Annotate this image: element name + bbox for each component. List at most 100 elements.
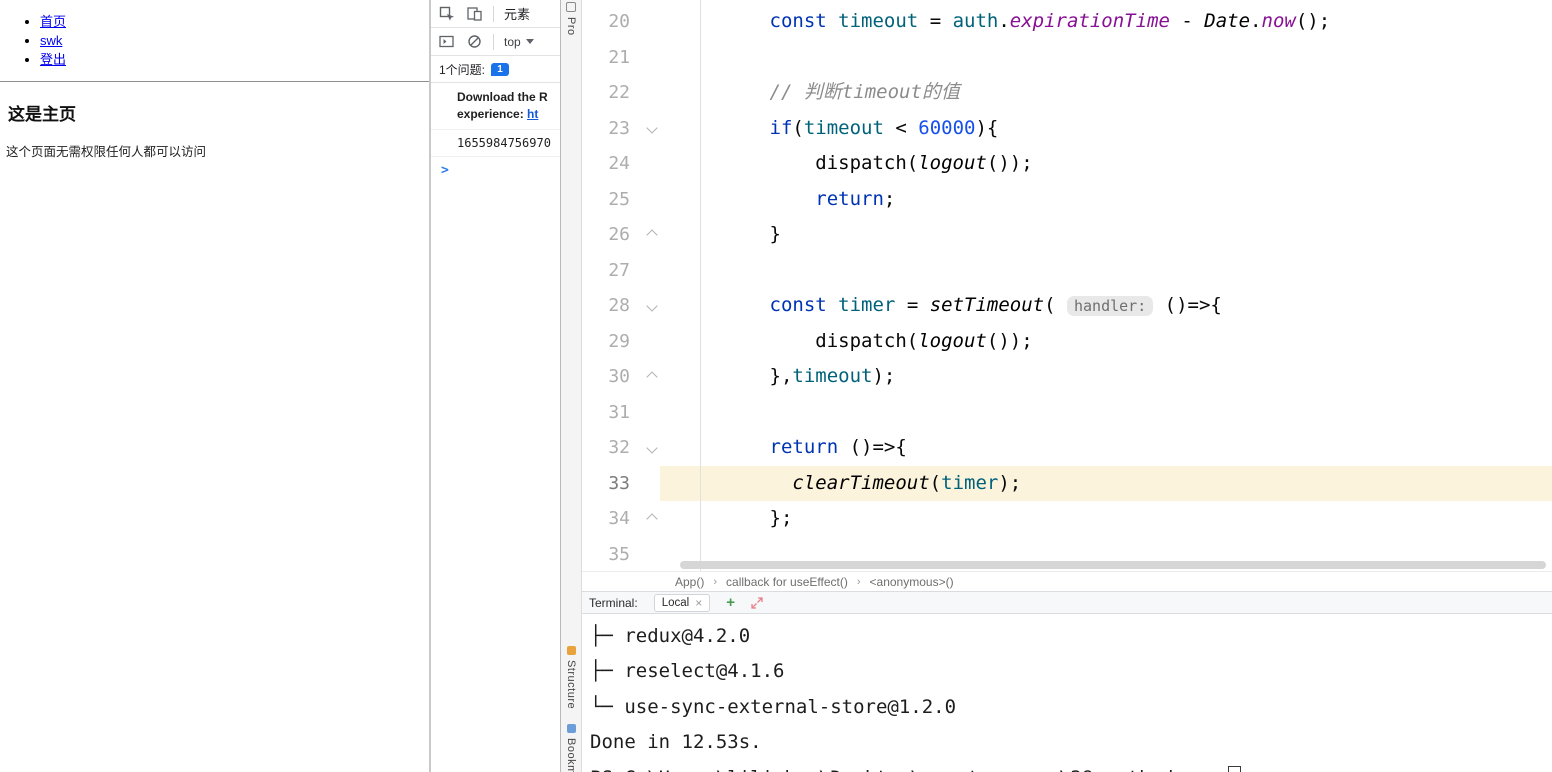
inspect-icon[interactable] <box>437 5 455 23</box>
line-number[interactable]: 32 <box>582 430 644 466</box>
console-prompt[interactable]: > <box>431 157 560 184</box>
devtools-toolbar: 元素 <box>431 0 560 28</box>
chevron-up-icon <box>646 513 658 525</box>
code-line-30[interactable]: 30 },timeout); <box>582 359 1552 395</box>
code-token-pl: }, <box>769 365 793 387</box>
terminal-line: Done in 12.53s. <box>590 731 762 754</box>
close-icon[interactable]: × <box>695 596 702 610</box>
line-number[interactable]: 35 <box>582 537 644 572</box>
editor-lines: 20 const timeout = auth.expirationTime -… <box>582 4 1552 571</box>
fold-gutter <box>644 537 660 572</box>
code-editor[interactable]: 20 const timeout = auth.expirationTime -… <box>582 0 1552 571</box>
terminal-output[interactable]: ├─ redux@4.2.0 ├─ reselect@4.1.6 └─ use-sy… <box>582 614 1552 772</box>
fold-end-icon[interactable] <box>644 501 660 537</box>
nav-link[interactable]: 登出 <box>40 52 66 67</box>
nav-link[interactable]: swk <box>40 33 62 48</box>
new-terminal-button[interactable]: + <box>726 594 735 611</box>
line-number[interactable]: 28 <box>582 288 644 324</box>
clear-console-icon[interactable] <box>465 33 483 51</box>
frame-selector[interactable]: top <box>504 35 534 49</box>
line-number[interactable]: 21 <box>582 40 644 76</box>
code-text: } <box>660 217 1552 253</box>
terminal-line: ├─ redux@4.2.0 <box>590 625 751 647</box>
toolbar-divider <box>493 5 494 22</box>
line-number[interactable]: 30 <box>582 359 644 395</box>
nav-item: 首页 <box>40 12 429 31</box>
code-token-pl: . <box>998 10 1010 32</box>
code-line-26[interactable]: 26 } <box>582 217 1552 253</box>
tool-tab-structure[interactable]: Structure <box>561 646 581 709</box>
breadcrumb-item[interactable]: App() <box>675 575 704 589</box>
line-number[interactable]: 22 <box>582 75 644 111</box>
line-number[interactable]: 29 <box>582 324 644 360</box>
code-line-33[interactable]: 33 clearTimeout(timer); <box>582 465 1552 502</box>
fold-end-icon[interactable] <box>644 359 660 395</box>
fold-start-icon[interactable] <box>644 288 660 324</box>
console-link[interactable]: ht <box>527 107 538 121</box>
line-number[interactable]: 31 <box>582 395 644 431</box>
fold-gutter <box>644 4 660 40</box>
code-token-pl: ( <box>929 471 942 494</box>
code-token-vr: timeout <box>803 116 884 139</box>
code-line-28[interactable]: 28 const timer = setTimeout( handler: ()… <box>582 288 1552 324</box>
fold-start-icon[interactable] <box>644 111 660 147</box>
code-token-pl: dispatch( <box>815 329 919 352</box>
terminal-line: PS C:\Users\lilichao\Desktop\react-cours… <box>590 761 1552 772</box>
nav-item: 登出 <box>40 50 429 69</box>
code-token-pl: . <box>1250 10 1262 32</box>
breadcrumb-item[interactable]: <anonymous>() <box>870 575 954 589</box>
chevron-down-icon <box>646 442 658 454</box>
fold-gutter <box>644 182 660 218</box>
nav-link[interactable]: 首页 <box>40 14 66 29</box>
tool-tab-project[interactable]: Pro <box>561 2 581 36</box>
horizontal-scrollbar[interactable] <box>680 561 1546 569</box>
line-number[interactable]: 20 <box>582 4 644 40</box>
line-number[interactable]: 26 <box>582 217 644 253</box>
project-icon <box>566 2 576 12</box>
code-line-34[interactable]: 34 }; <box>582 501 1552 537</box>
console-message: Download the R experience: ht <box>431 83 560 130</box>
code-token-pl: ( <box>792 116 804 139</box>
line-number[interactable]: 34 <box>582 501 644 537</box>
tool-tab-bookmarks-label: Bookmarks <box>565 738 577 772</box>
fold-gutter <box>644 395 660 431</box>
line-number[interactable]: 23 <box>582 111 644 147</box>
line-number[interactable]: 25 <box>582 182 644 218</box>
code-line-24[interactable]: 24 dispatch(logout()); <box>582 146 1552 182</box>
code-token-pl: = <box>918 10 953 32</box>
expand-icon[interactable] <box>751 596 763 609</box>
issues-bar[interactable]: 1个问题: 1 <box>431 56 560 83</box>
breadcrumb: App() › callback for useEffect() › <anonymou… <box>582 571 1552 591</box>
code-line-23[interactable]: 23 if(timeout < 60000){ <box>582 111 1552 147</box>
code-text: dispatch(logout()); <box>660 324 1552 360</box>
line-number[interactable]: 33 <box>582 466 644 502</box>
code-line-21[interactable]: 21 <box>582 40 1552 76</box>
code-line-29[interactable]: 29 dispatch(logout()); <box>582 324 1552 360</box>
console-sidebar-icon[interactable] <box>437 33 455 51</box>
terminal-tab-label: Local <box>661 596 690 609</box>
fold-gutter <box>644 146 660 182</box>
console-toolbar: top <box>431 28 560 56</box>
device-toolbar-icon[interactable] <box>465 5 483 23</box>
line-number[interactable]: 24 <box>582 146 644 182</box>
tab-elements[interactable]: 元素 <box>504 4 530 23</box>
breadcrumb-item[interactable]: callback for useEffect() <box>726 575 848 589</box>
code-token-pl: ){ <box>975 116 999 139</box>
chevron-down-icon <box>525 39 534 44</box>
code-token-kw: return <box>769 436 839 458</box>
tool-tab-bookmarks[interactable]: Bookmarks <box>561 724 581 772</box>
code-line-27[interactable]: 27 <box>582 253 1552 289</box>
chevron-up-icon <box>646 229 658 241</box>
line-number[interactable]: 27 <box>582 253 644 289</box>
code-line-22[interactable]: 22 // 判断timeout的值 <box>582 75 1552 111</box>
terminal-cursor <box>1228 765 1242 772</box>
terminal-tab-local[interactable]: Local × <box>653 593 711 612</box>
code-line-25[interactable]: 25 return; <box>582 182 1552 218</box>
fold-start-icon[interactable] <box>644 430 660 466</box>
code-token-cm: // 判断timeout的值 <box>769 81 960 103</box>
divider <box>0 81 429 82</box>
code-line-31[interactable]: 31 <box>582 395 1552 431</box>
code-line-20[interactable]: 20 const timeout = auth.expirationTime -… <box>582 4 1552 40</box>
fold-end-icon[interactable] <box>644 217 660 253</box>
code-line-32[interactable]: 32 return ()=>{ <box>582 430 1552 466</box>
